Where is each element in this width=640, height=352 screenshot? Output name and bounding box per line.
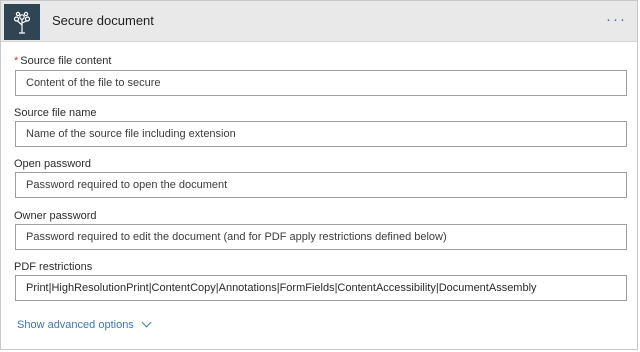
source-name-input[interactable] <box>15 121 627 147</box>
connector-logo <box>4 4 40 40</box>
pdf-restrictions-input[interactable] <box>15 275 627 301</box>
open-password-label: Open password <box>14 158 92 170</box>
source-content-input[interactable] <box>15 70 627 96</box>
source-name-label: Source file name <box>14 107 97 119</box>
source-content-label: * Source file content <box>14 55 111 67</box>
card-title: Secure document <box>52 13 154 28</box>
required-marker: * <box>14 55 19 67</box>
more-options-button[interactable]: ··· <box>606 11 627 28</box>
show-advanced-options-label: Show advanced options <box>17 319 134 331</box>
show-advanced-options-link[interactable]: Show advanced options <box>17 317 152 331</box>
source-content-label-text: Source file content <box>20 55 112 67</box>
pdf-restrictions-label: PDF restrictions <box>14 261 93 273</box>
open-password-input[interactable] <box>15 172 627 198</box>
tree-icon <box>13 11 31 34</box>
owner-password-label: Owner password <box>14 210 97 222</box>
card-header[interactable]: Secure document ··· <box>1 1 637 42</box>
owner-password-input[interactable] <box>15 224 627 250</box>
action-card: Secure document ··· * Source file content… <box>0 0 638 350</box>
chevron-down-icon <box>141 317 152 327</box>
